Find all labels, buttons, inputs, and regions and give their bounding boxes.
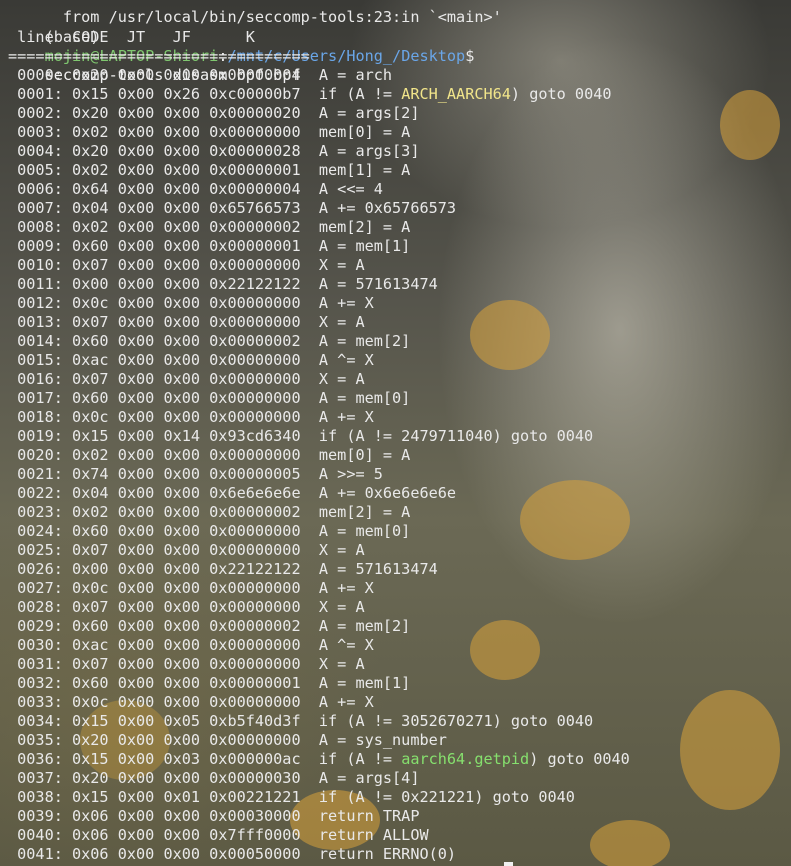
disasm-row: 0040: 0x06 0x00 0x00 0x7fff0000 return A… [8, 826, 429, 844]
disasm-row: 0018: 0x0c 0x00 0x00 0x00000000 A += X [8, 408, 374, 426]
disasm-row: 0005: 0x02 0x00 0x00 0x00000001 mem[1] =… [8, 161, 411, 179]
arch-constant: ARCH_AARCH64 [401, 85, 511, 103]
disasm-row: 0034: 0x15 0x00 0x05 0xb5f40d3f if (A !=… [8, 712, 594, 730]
syscall-name: aarch64.getpid [401, 750, 530, 768]
disasm-header: line CODE JT JF K [8, 28, 255, 46]
shell-prompt-line: (base) mojin@LAPTOP-Shiori:/mnt/c/Users/… [8, 9, 475, 84]
disasm-row: 0010: 0x07 0x00 0x00 0x00000000 X = A [8, 256, 365, 274]
disasm-row: 0032: 0x60 0x00 0x00 0x00000001 A = mem[… [8, 674, 411, 692]
previous-output-fragment: from /usr/local/bin/seccomp-tools:23:in … [8, 0, 502, 26]
disasm-row: 0006: 0x64 0x00 0x00 0x00000004 A <<= 4 [8, 180, 383, 198]
disasm-row: 0037: 0x20 0x00 0x00 0x00000030 A = args… [8, 769, 420, 787]
disasm-row-text: ) goto 0040 [529, 750, 630, 768]
disasm-row: 0026: 0x00 0x00 0x00 0x22122122 A = 5716… [8, 560, 438, 578]
disasm-row: 0009: 0x60 0x00 0x00 0x00000001 A = mem[… [8, 237, 411, 255]
disasm-row: 0038: 0x15 0x00 0x01 0x00221221 if (A !=… [8, 788, 575, 806]
disasm-row: 0023: 0x02 0x00 0x00 0x00000002 mem[2] =… [8, 503, 411, 521]
disasm-row: 0022: 0x04 0x00 0x00 0x6e6e6e6e A += 0x6… [8, 484, 457, 502]
disasm-row: 0019: 0x15 0x00 0x14 0x93cd6340 if (A !=… [8, 427, 594, 445]
disasm-row: 0004: 0x20 0x00 0x00 0x00000028 A = args… [8, 142, 420, 160]
disasm-row: 0013: 0x07 0x00 0x00 0x00000000 X = A [8, 313, 365, 331]
disasm-separator: ================================= [8, 47, 310, 65]
disasm-row: 0017: 0x60 0x00 0x00 0x00000000 A = mem[… [8, 389, 411, 407]
disasm-row: 0020: 0x02 0x00 0x00 0x00000000 mem[0] =… [8, 446, 411, 464]
disasm-row: 0001: 0x15 0x00 0x26 0xc00000b7 if (A !=… [8, 85, 612, 104]
disasm-row: 0002: 0x20 0x00 0x00 0x00000020 A = args… [8, 104, 420, 122]
disasm-row: 0011: 0x00 0x00 0x00 0x22122122 A = 5716… [8, 275, 438, 293]
text-cursor [504, 862, 513, 866]
disasm-row: 0024: 0x60 0x00 0x00 0x00000000 A = mem[… [8, 522, 411, 540]
disasm-row: 0025: 0x07 0x00 0x00 0x00000000 X = A [8, 541, 365, 559]
disasm-row: 0036: 0x15 0x00 0x03 0x000000ac if (A !=… [8, 750, 630, 769]
disasm-row: 0015: 0xac 0x00 0x00 0x00000000 A ^= X [8, 351, 374, 369]
disasm-row: 0031: 0x07 0x00 0x00 0x00000000 X = A [8, 655, 365, 673]
disasm-row: 0033: 0x0c 0x00 0x00 0x00000000 A += X [8, 693, 374, 711]
disasm-row: 0014: 0x60 0x00 0x00 0x00000002 A = mem[… [8, 332, 411, 350]
disasm-row-text: 0036: 0x15 0x00 0x03 0x000000ac if (A != [8, 750, 402, 768]
disasm-row: 0028: 0x07 0x00 0x00 0x00000000 X = A [8, 598, 365, 616]
disasm-row-text: ) goto 0040 [510, 85, 612, 103]
disasm-row-text: 0001: 0x15 0x00 0x26 0xc00000b7 if (A != [8, 85, 402, 103]
disasm-row: 0041: 0x06 0x00 0x00 0x00050000 return E… [8, 845, 457, 863]
disasm-row: 0007: 0x04 0x00 0x00 0x65766573 A += 0x6… [8, 199, 457, 217]
disasm-row: 0008: 0x02 0x00 0x00 0x00000002 mem[2] =… [8, 218, 411, 236]
disasm-row: 0021: 0x74 0x00 0x00 0x00000005 A >>= 5 [8, 465, 383, 483]
disasm-row: 0039: 0x06 0x00 0x00 0x00030000 return T… [8, 807, 420, 825]
disasm-row: 0012: 0x0c 0x00 0x00 0x00000000 A += X [8, 294, 374, 312]
disasm-row: 0003: 0x02 0x00 0x00 0x00000000 mem[0] =… [8, 123, 411, 141]
disasm-row: 0029: 0x60 0x00 0x00 0x00000002 A = mem[… [8, 617, 411, 635]
disasm-row: 0027: 0x0c 0x00 0x00 0x00000000 A += X [8, 579, 374, 597]
disasm-row: 0016: 0x07 0x00 0x00 0x00000000 X = A [8, 370, 365, 388]
disasm-row: 0000: 0x20 0x00 0x00 0x00000004 A = arch [8, 66, 393, 84]
disasm-row: 0035: 0x20 0x00 0x00 0x00000000 A = sys_… [8, 731, 447, 749]
disasm-row: 0030: 0xac 0x00 0x00 0x00000000 A ^= X [8, 636, 374, 654]
prompt-dollar: $ [465, 47, 475, 65]
